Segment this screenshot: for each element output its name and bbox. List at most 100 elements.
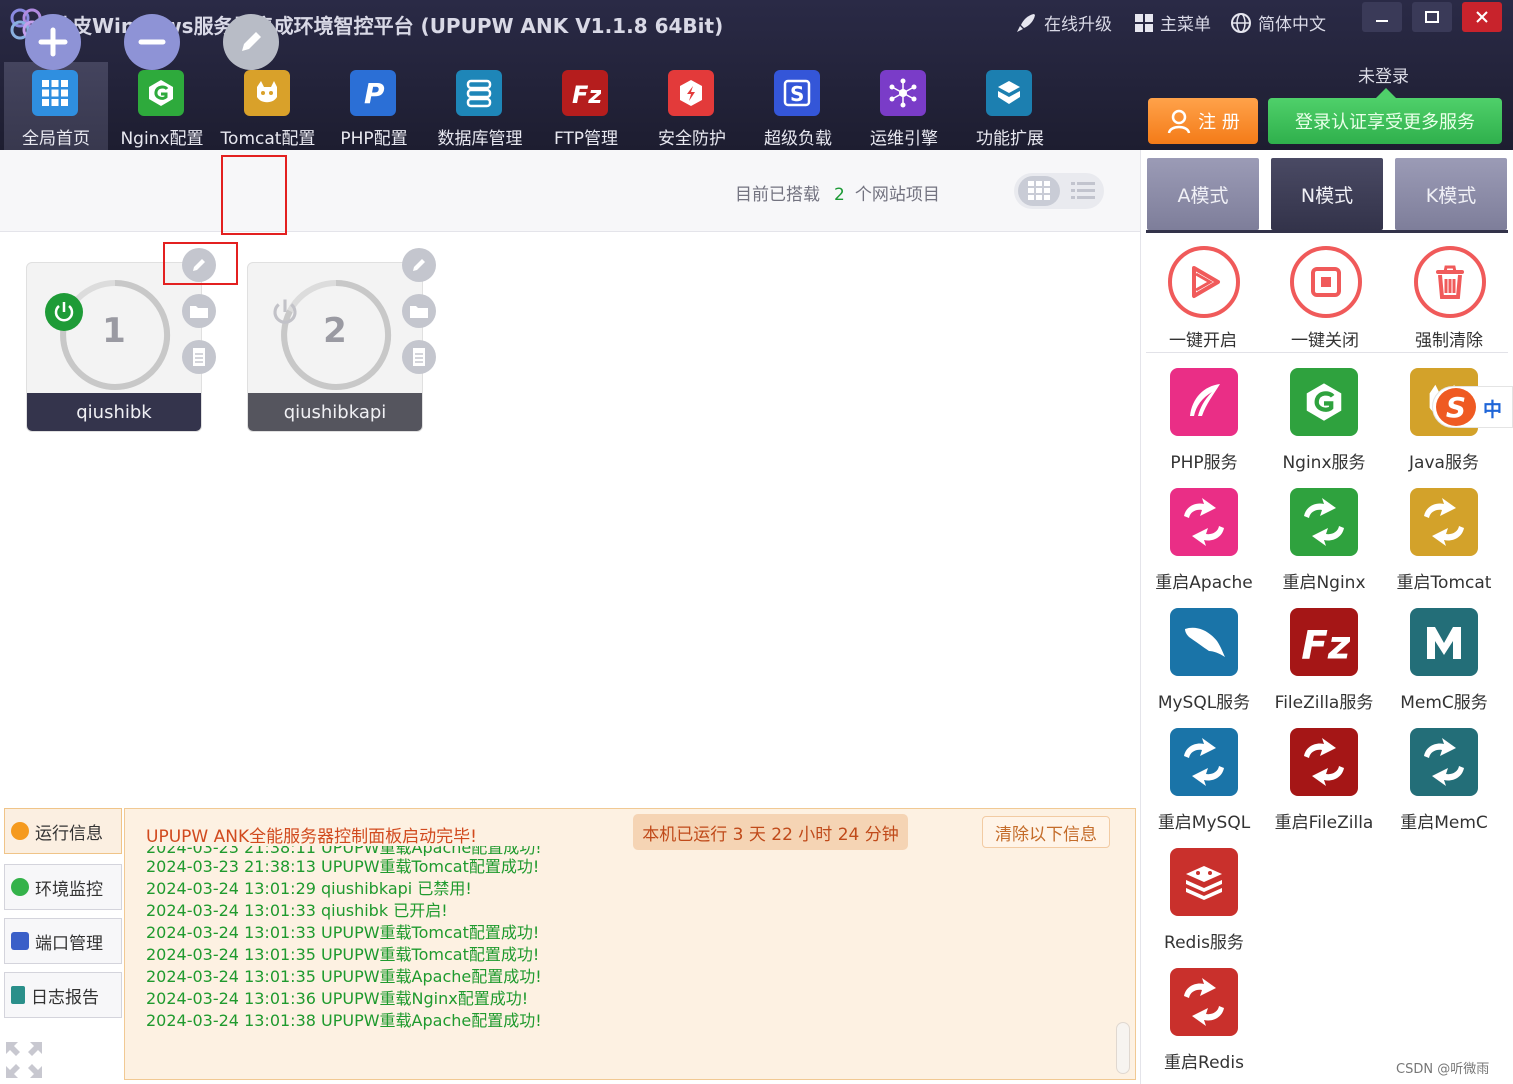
tab-env-monitor-label: 环境监控	[35, 879, 103, 900]
nav-home[interactable]: 全局首页	[4, 62, 108, 150]
site-edit-button[interactable]	[402, 248, 436, 282]
nav-extension-label: 功能扩展	[976, 129, 1044, 149]
restart-memcache-button[interactable]: 重启MemC	[1384, 728, 1504, 838]
main-menu-link[interactable]: 主菜单	[1134, 10, 1211, 35]
php-service-label: PHP服务	[1170, 453, 1238, 473]
trash-icon	[1414, 246, 1486, 318]
close-icon	[1476, 11, 1488, 23]
power-on-icon	[54, 302, 74, 322]
minimize-button[interactable]	[1362, 2, 1402, 32]
grid-view-button[interactable]	[1018, 176, 1060, 206]
nav-tomcat[interactable]: Tomcat配置	[216, 62, 320, 150]
uptime-badge: 本机已运行 3 天 22 小时 24 分钟	[633, 814, 908, 850]
list-view-button[interactable]	[1064, 176, 1102, 206]
restart-apache-button[interactable]: 重启Apache	[1144, 488, 1264, 598]
nav-nginx[interactable]: Nginx配置	[110, 62, 214, 150]
clear-log-button[interactable]: 清除以下信息	[982, 816, 1110, 848]
maximize-button[interactable]	[1412, 2, 1452, 32]
memcache-service-button[interactable]: MemC服务	[1384, 608, 1504, 718]
tab-mode-k[interactable]: K模式	[1395, 158, 1507, 230]
mysql-service-button[interactable]: MySQL服务	[1144, 608, 1264, 718]
site-power-toggle[interactable]	[266, 293, 304, 331]
restart-tomcat-button[interactable]: 重启Tomcat	[1384, 488, 1504, 598]
site-toolbar	[0, 150, 1140, 232]
tab-port-manage[interactable]: 端口管理	[4, 918, 122, 964]
restart-mysql-button[interactable]: 重启MySQL	[1144, 728, 1264, 838]
language-label: 简体中文	[1258, 15, 1326, 35]
tab-mode-a[interactable]: A模式	[1147, 158, 1259, 230]
minus-icon	[138, 39, 166, 45]
restart-icon	[1410, 728, 1478, 796]
env-monitor-icon	[11, 878, 29, 896]
extension-icon	[986, 70, 1032, 116]
online-upgrade-label: 在线升级	[1044, 15, 1112, 35]
menu-grid-icon	[1135, 13, 1153, 32]
site-folder-button[interactable]	[402, 294, 436, 328]
shield-icon	[668, 70, 714, 116]
site-config-button[interactable]	[182, 340, 216, 374]
site-power-toggle[interactable]	[45, 293, 83, 331]
restart-nginx-button[interactable]: 重启Nginx	[1264, 488, 1384, 598]
mysql-service-label: MySQL服务	[1157, 693, 1251, 713]
site-card-qiushibkapi[interactable]: 2 qiushibkapi	[247, 262, 423, 432]
login-arrow	[1376, 88, 1396, 98]
start-all-button[interactable]: 一键开启	[1148, 244, 1258, 351]
nav-ftp-label: FTP管理	[553, 129, 619, 149]
add-site-button[interactable]	[25, 14, 81, 70]
site-count-prefix: 目前已搭载	[735, 185, 820, 205]
nav-database[interactable]: 数据库管理	[428, 62, 532, 150]
document-icon	[193, 348, 205, 366]
site-card-qiushibk[interactable]: 1 qiushibk	[26, 262, 202, 432]
log-lines: 2024-03-23 21:38:11 UPUPW重载Apache配置成功! 2…	[146, 846, 1106, 1042]
filezilla-service-button[interactable]: Fz FileZilla服务	[1264, 608, 1384, 718]
nginx-service-button[interactable]: Nginx服务	[1264, 368, 1384, 478]
login-status: 未登录	[1358, 67, 1409, 87]
register-button[interactable]: 注 册	[1148, 98, 1258, 144]
log-scrollbar[interactable]	[1116, 1022, 1130, 1074]
restart-redis-button[interactable]: 重启Redis	[1144, 968, 1264, 1078]
nav-security[interactable]: 安全防护	[640, 62, 744, 150]
stop-all-button[interactable]: 一键关闭	[1270, 244, 1380, 351]
fullscreen-icon[interactable]	[4, 1040, 44, 1080]
tomcat-icon	[244, 70, 290, 116]
document-icon	[413, 348, 425, 366]
nav-extension[interactable]: 功能扩展	[958, 62, 1062, 150]
tab-runtime-info[interactable]: 运行信息	[4, 808, 122, 854]
nginx-service-label: Nginx服务	[1282, 453, 1366, 473]
log-report-icon	[11, 986, 25, 1004]
nav-load[interactable]: S 超级负载	[746, 62, 850, 150]
language-link[interactable]: 简体中文	[1230, 10, 1326, 35]
tab-env-monitor[interactable]: 环境监控	[4, 864, 122, 910]
plus-icon	[38, 27, 68, 57]
login-button[interactable]: 登录认证享受更多服务	[1268, 98, 1502, 144]
php-service-button[interactable]: PHP服务	[1144, 368, 1264, 478]
redis-service-button[interactable]: Redis服务	[1144, 848, 1264, 958]
close-button[interactable]	[1462, 2, 1502, 32]
nav-database-label: 数据库管理	[437, 129, 523, 149]
tab-log-report[interactable]: 日志报告	[4, 972, 122, 1018]
tab-mode-n[interactable]: N模式	[1271, 158, 1383, 230]
nginx-icon	[138, 70, 184, 116]
restart-filezilla-button[interactable]: 重启FileZilla	[1264, 728, 1384, 838]
redis-icon	[1170, 848, 1238, 916]
edit-site-button[interactable]	[223, 14, 279, 70]
ops-icon	[880, 70, 926, 116]
start-all-label: 一键开启	[1169, 331, 1237, 351]
watermark: CSDN @听微雨	[1396, 1062, 1490, 1077]
nav-load-label: 超级负载	[764, 129, 832, 149]
memcache-icon	[1410, 608, 1478, 676]
ime-chinese-indicator[interactable]: 中	[1483, 395, 1502, 422]
online-upgrade-link[interactable]: 在线升级	[1014, 10, 1112, 35]
log-header: UPUPW ANK全能服务器控制面板启动完毕!	[146, 827, 477, 847]
force-clear-button[interactable]: 强制清除	[1394, 244, 1504, 351]
site-config-button[interactable]	[402, 340, 436, 374]
site-folder-button[interactable]	[182, 294, 216, 328]
remove-site-button[interactable]	[124, 14, 180, 70]
nav-ftp[interactable]: Fz FTP管理	[534, 62, 638, 150]
feather-icon	[1170, 368, 1238, 436]
nav-ops[interactable]: 运维引擎	[852, 62, 956, 150]
play-icon	[1168, 246, 1240, 318]
svg-text:P: P	[364, 77, 385, 109]
redis-service-label: Redis服务	[1164, 933, 1244, 953]
nav-php[interactable]: P PHP配置	[322, 62, 426, 150]
